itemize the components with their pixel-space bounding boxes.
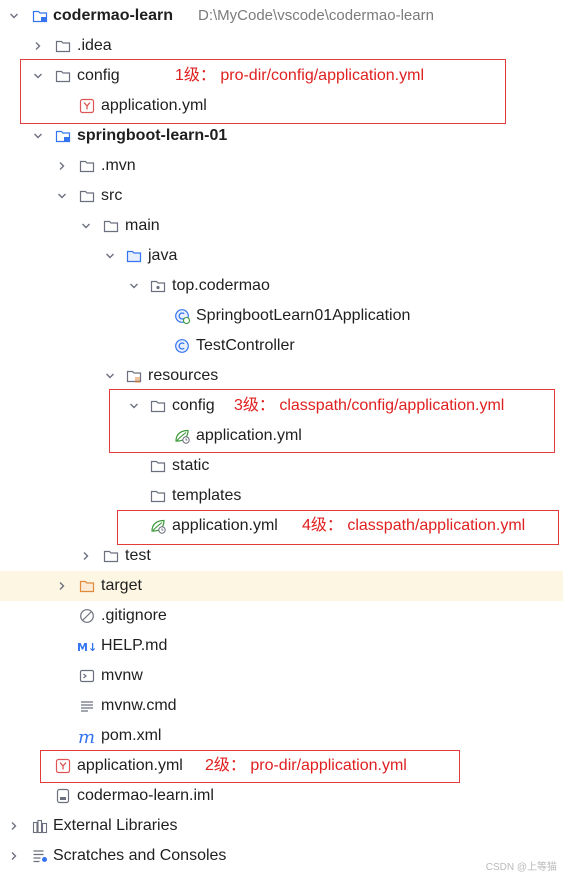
folder-icon (79, 158, 95, 174)
chevron-right-icon[interactable] (30, 31, 46, 61)
mvnw-cmd-label: mvnw.cmd (101, 697, 177, 714)
mvn-folder-label: .mvn (101, 157, 136, 174)
highlight-box-level-3 (109, 389, 555, 453)
folder-icon (150, 488, 166, 504)
module-icon (32, 8, 48, 24)
chevron-down-icon[interactable] (102, 361, 118, 391)
tree-row-src[interactable]: src (0, 181, 563, 211)
resources-folder-label: resources (148, 367, 219, 384)
templates-folder-label: templates (172, 487, 242, 504)
tree-row-mvnw-cmd[interactable]: mvnw.cmd (0, 691, 563, 721)
svg-text:m: m (78, 728, 95, 746)
root-project-path: D:\MyCode\vscode\codermao-learn (198, 7, 434, 24)
package-icon (150, 278, 166, 294)
class-icon (174, 338, 190, 354)
library-icon (32, 818, 48, 834)
resources-folder-icon (126, 368, 142, 384)
chevron-down-icon[interactable] (6, 1, 22, 31)
tree-row-main[interactable]: main (0, 211, 563, 241)
tree-row-module[interactable]: springboot-learn-01 (0, 121, 563, 151)
tree-row-templates[interactable]: templates (0, 481, 563, 511)
chevron-down-icon[interactable] (54, 181, 70, 211)
package-label: top.codermao (172, 277, 270, 294)
tree-row-idea[interactable]: .idea (0, 31, 563, 61)
gitignore-label: .gitignore (101, 607, 167, 624)
tree-row-mvnw[interactable]: mvnw (0, 661, 563, 691)
tree-row-root[interactable]: codermao-learn D:\MyCode\vscode\codermao… (0, 1, 563, 31)
iml-label: codermao-learn.iml (77, 787, 214, 804)
chevron-down-icon[interactable] (78, 211, 94, 241)
app-class-label: SpringbootLearn01Application (196, 307, 411, 324)
tree-row-test-controller[interactable]: TestController (0, 331, 563, 361)
java-folder-label: java (148, 247, 178, 264)
target-folder-label: target (101, 577, 142, 594)
mvnw-label: mvnw (101, 667, 143, 684)
chevron-down-icon[interactable] (126, 271, 142, 301)
idea-folder-label: .idea (77, 37, 112, 54)
folder-icon (55, 38, 71, 54)
folder-icon (79, 188, 95, 204)
chevron-down-icon[interactable] (102, 241, 118, 271)
shell-script-icon (79, 668, 95, 684)
spring-boot-class-icon (174, 308, 190, 324)
src-folder-label: src (101, 187, 123, 204)
ignore-file-icon (79, 608, 95, 624)
tree-row-iml[interactable]: codermao-learn.iml (0, 781, 563, 811)
root-project-label: codermao-learn (53, 7, 174, 24)
tree-row-external-libraries[interactable]: External Libraries (0, 811, 563, 841)
highlight-box-level-2 (40, 750, 460, 783)
chevron-down-icon[interactable] (30, 121, 46, 151)
tree-row-scratches[interactable]: Scratches and Consoles (0, 841, 563, 871)
help-md-label: HELP.md (101, 637, 168, 654)
test-controller-label: TestController (196, 337, 295, 354)
tree-row-static[interactable]: static (0, 451, 563, 481)
source-folder-icon (126, 248, 142, 264)
folder-icon (150, 458, 166, 474)
tree-row-gitignore[interactable]: .gitignore (0, 601, 563, 631)
tree-row-java[interactable]: java (0, 241, 563, 271)
markdown-icon: M↓ (77, 638, 97, 654)
module-file-icon (55, 788, 71, 804)
watermark: CSDN @上等猫 (485, 862, 557, 873)
text-file-icon (79, 698, 95, 714)
excluded-folder-icon (79, 578, 95, 594)
tree-row-target[interactable]: target (0, 571, 563, 601)
tree-row-package[interactable]: top.codermao (0, 271, 563, 301)
test-folder-label: test (125, 547, 151, 564)
chevron-right-icon[interactable] (54, 151, 70, 181)
static-folder-label: static (172, 457, 210, 474)
tree-row-help[interactable]: M↓ HELP.md (0, 631, 563, 661)
highlight-box-level-1 (20, 59, 506, 124)
chevron-right-icon[interactable] (78, 541, 94, 571)
chevron-right-icon[interactable] (6, 811, 22, 841)
tree-row-mvn[interactable]: .mvn (0, 151, 563, 181)
chevron-right-icon[interactable] (6, 841, 22, 871)
tree-row-app-class[interactable]: SpringbootLearn01Application (0, 301, 563, 331)
tree-row-pom[interactable]: m pom.xml (0, 721, 563, 751)
external-libraries-label: External Libraries (53, 817, 178, 834)
scratches-label: Scratches and Consoles (53, 847, 227, 864)
tree-row-resources[interactable]: resources (0, 361, 563, 391)
folder-icon (103, 218, 119, 234)
tree-row-test[interactable]: test (0, 541, 563, 571)
highlight-box-level-4 (117, 510, 559, 545)
scratches-icon (32, 848, 48, 864)
pom-xml-label: pom.xml (101, 727, 162, 744)
svg-text:M↓: M↓ (77, 641, 97, 654)
module-icon (55, 128, 71, 144)
main-folder-label: main (125, 217, 160, 234)
maven-icon: m (78, 728, 98, 746)
module-label: springboot-learn-01 (77, 127, 228, 144)
folder-icon (103, 548, 119, 564)
chevron-right-icon[interactable] (54, 571, 70, 601)
